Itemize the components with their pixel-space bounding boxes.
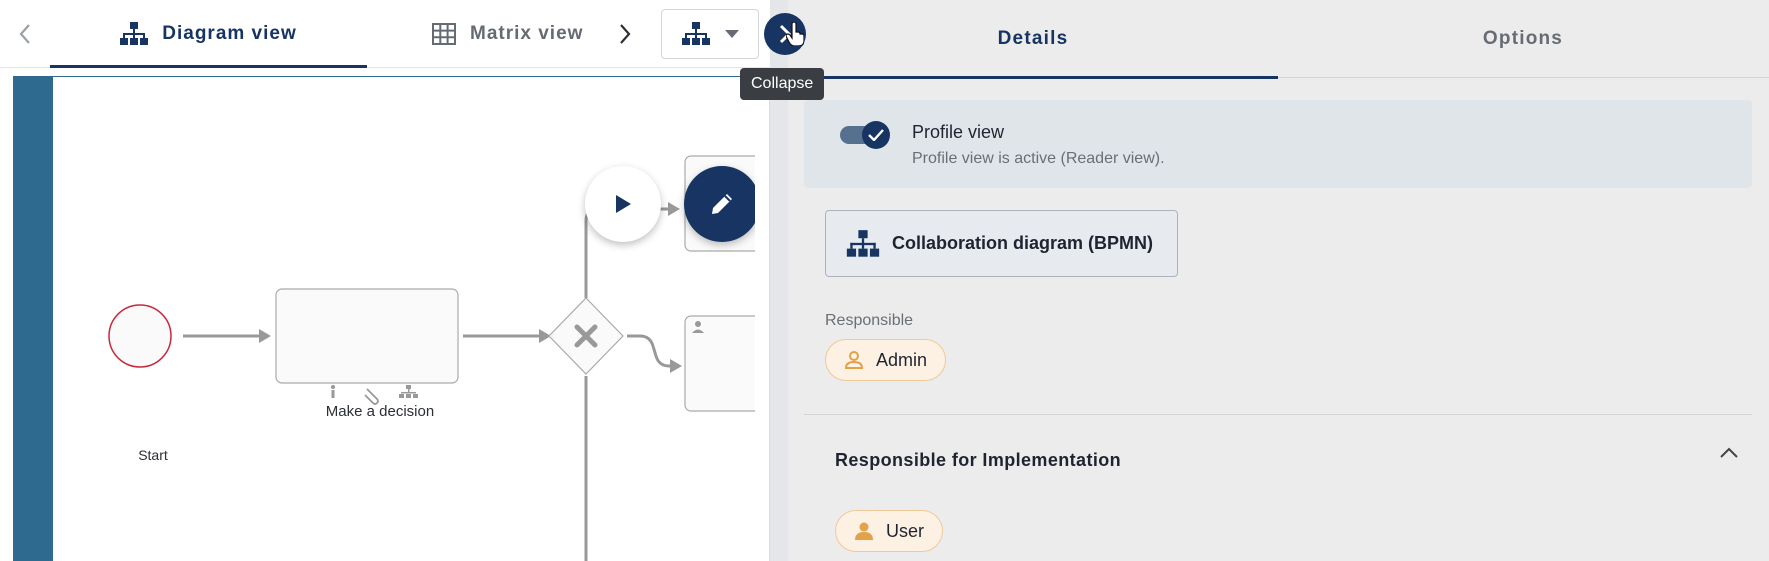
hand-cursor-icon [786, 22, 804, 46]
profile-view-toggle[interactable] [840, 121, 890, 149]
tab-diagram-view-label: Diagram view [162, 23, 297, 44]
task-label: Make a decision [325, 402, 435, 420]
profile-view-subtitle: Profile view is active (Reader view). [912, 150, 1165, 167]
org-chart-icon [682, 22, 710, 45]
diagram-type-select[interactable] [661, 9, 759, 59]
implementation-value: User [886, 520, 925, 541]
active-tab-indicator [788, 76, 1278, 79]
tab-details-label: Details [997, 28, 1069, 49]
tab-matrix-view[interactable]: Matrix view [432, 0, 583, 68]
details-tabbar: Details Options [788, 0, 1769, 79]
tab-diagram-view[interactable]: Diagram view [50, 0, 367, 68]
bpmn-diagram [108, 155, 755, 561]
chevron-left-icon [19, 24, 30, 44]
profile-view-title: Profile view [912, 122, 1005, 142]
start-event [108, 304, 172, 368]
chevron-right-icon [620, 24, 631, 44]
collapse-tooltip: Collapse [740, 68, 825, 100]
tab-matrix-view-label: Matrix view [470, 23, 584, 44]
pencil-icon [712, 194, 732, 214]
toggle-knob [862, 121, 890, 149]
grid-icon [432, 23, 456, 45]
collaboration-diagram-label: Collaboration diagram (BPMN) [892, 233, 1154, 253]
sequence-flow [627, 334, 673, 368]
play-icon [616, 195, 631, 213]
diagram-canvas[interactable]: Start Make a decision [13, 76, 755, 561]
details-panel: Details Options Profile view Profile vie… [788, 0, 1769, 561]
responsible-implementation-title: Responsible for Implementation [835, 450, 1122, 470]
collaboration-diagram-button[interactable]: Collaboration diagram (BPMN) [825, 210, 1178, 277]
edit-diagram-button[interactable] [684, 166, 755, 242]
implementation-chip[interactable]: User [835, 510, 944, 552]
org-chart-icon [120, 22, 149, 45]
responsible-label: Responsible [825, 312, 914, 329]
check-icon [868, 129, 884, 141]
person-outline-icon [844, 351, 864, 369]
play-simulation-button[interactable] [585, 166, 661, 242]
flow-arrowhead [670, 359, 682, 373]
person-icon [855, 522, 873, 540]
diagram-pane: Diagram view Matrix view Start Make a de… [0, 0, 770, 561]
flow-arrowhead [259, 329, 271, 343]
responsible-value: Admin [876, 349, 928, 370]
section-divider [804, 414, 1752, 415]
caret-down-icon [725, 30, 739, 38]
org-chart-icon [846, 229, 880, 257]
view-tabbar: Diagram view Matrix view [0, 0, 770, 68]
tab-details[interactable]: Details [788, 0, 1278, 79]
active-tab-indicator [50, 65, 367, 68]
chevron-up-icon[interactable] [1718, 446, 1740, 460]
profile-view-card: Profile view Profile view is active (Rea… [804, 100, 1752, 188]
tabs-scroll-right-button[interactable] [610, 18, 640, 50]
tab-options[interactable]: Options [1278, 0, 1768, 78]
tabs-scroll-left-button[interactable] [10, 18, 40, 50]
start-event-label: Start [138, 447, 168, 463]
flow-arrowhead [668, 202, 680, 216]
tab-options-label: Options [1482, 28, 1564, 49]
responsible-chip[interactable]: Admin [825, 339, 947, 381]
